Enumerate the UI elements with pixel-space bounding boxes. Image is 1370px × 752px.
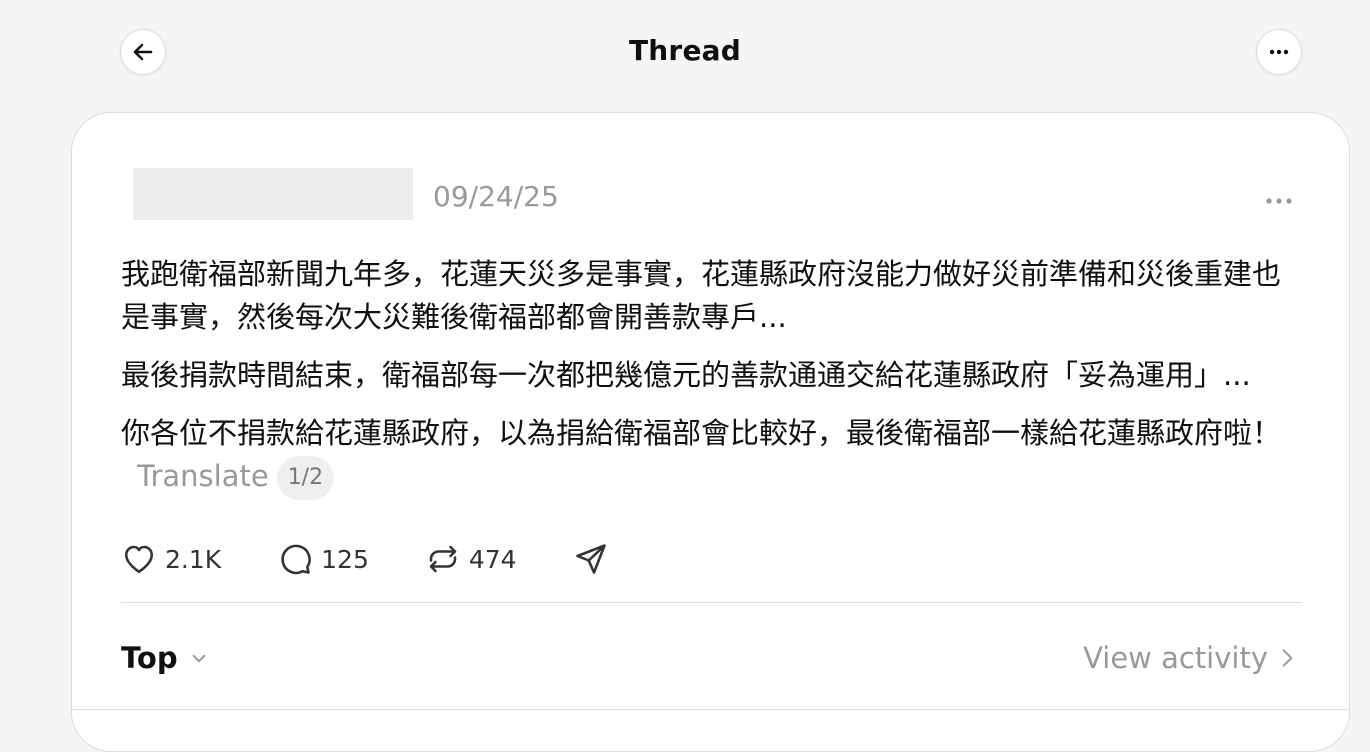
post-paragraph: 最後捐款時間結束，衛福部每一次都把幾億元的善款通通交給花蓮縣政府「妥為運用」..… [121, 358, 1251, 392]
page-indicator[interactable]: 1/2 [276, 456, 335, 500]
comment-icon [281, 544, 311, 575]
share-button[interactable] [573, 541, 609, 577]
page-title: Thread [629, 34, 741, 67]
sort-dropdown[interactable]: Top [121, 641, 212, 675]
post-body: 我跑衛福部新聞九年多，花蓮天災多是事實，花蓮縣政府沒能力做好災前準備和災後重建也… [121, 253, 1301, 515]
comment-button[interactable]: 125 [277, 541, 369, 577]
post-date: 09/24/25 [433, 180, 559, 213]
like-button[interactable]: 2.1K [121, 541, 221, 577]
more-horizontal-icon [1266, 198, 1292, 204]
view-activity-link[interactable]: View activity [1083, 641, 1300, 675]
top-bar: Thread [0, 0, 1370, 105]
divider [121, 602, 1302, 603]
post-paragraph-text: 你各位不捐款給花蓮縣政府，以為捐給衛福部會比較好，最後衛福部一樣給花蓮縣政府啦！ [121, 416, 1282, 450]
post-card: 09/24/25 我跑衛福部新聞九年多，花蓮天災多是事實，花蓮縣政府沒能力做好災… [71, 112, 1350, 752]
post-options-button[interactable] [1265, 190, 1293, 209]
thread-options-button[interactable] [1256, 29, 1302, 75]
send-icon [575, 544, 606, 574]
repost-icon [429, 545, 457, 573]
view-activity-label: View activity [1083, 641, 1268, 675]
post-actions: 2.1K 125 474 [121, 537, 665, 581]
like-count: 2.1K [165, 544, 222, 574]
heart-icon [124, 545, 154, 574]
repost-count: 474 [468, 544, 517, 574]
more-horizontal-icon [1269, 49, 1289, 55]
comment-count: 125 [321, 544, 369, 574]
chevron-right-icon [1282, 649, 1293, 667]
redacted-author-name[interactable] [133, 168, 413, 220]
post-paragraph-last: 你各位不捐款給花蓮縣政府，以為捐給衛福部會比較好，最後衛福部一樣給花蓮縣政府啦！… [121, 412, 1301, 500]
divider [72, 709, 1349, 710]
repost-button[interactable]: 474 [425, 541, 517, 577]
chevron-down-icon [192, 654, 206, 663]
post-paragraph: 我跑衛福部新聞九年多，花蓮天災多是事實，花蓮縣政府沒能力做好災前準備和災後重建也… [121, 257, 1282, 334]
translate-link[interactable]: Translate [137, 459, 269, 493]
sort-label: Top [121, 641, 178, 675]
